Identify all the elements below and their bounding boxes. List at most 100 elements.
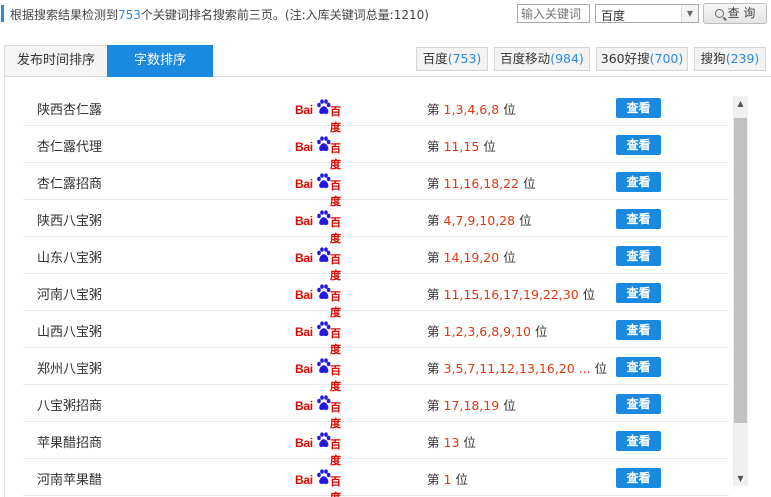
baidu-logo: Bai百度 xyxy=(295,173,351,208)
rank-text: 第 11,16,18,22 位 xyxy=(427,173,536,192)
summary-count: 753 xyxy=(118,8,141,22)
rank-suffix: 位 xyxy=(463,435,476,450)
baidu-logo: Bai百度 xyxy=(295,284,351,319)
view-button[interactable]: 查看 xyxy=(616,468,661,488)
keyword-search-input[interactable] xyxy=(517,4,590,23)
rank-positions: 1 xyxy=(443,472,452,487)
rank-positions: 17,18,19 xyxy=(443,398,500,413)
top-bar: 根据搜索结果检测到753个关键词排名搜索前三页。(注:入库关键词总量:1210)… xyxy=(0,0,771,28)
baidu-logo-left: Bai xyxy=(295,214,313,228)
rank-text: 第 3,5,7,11,12,13,16,20 ... 位 xyxy=(427,358,607,377)
rank-suffix: 位 xyxy=(483,139,496,154)
engine-tab-name: 百度移动 xyxy=(500,51,551,66)
baidu-logo: Bai百度 xyxy=(295,469,351,497)
rank-prefix: 第 xyxy=(427,361,440,376)
rank-prefix: 第 xyxy=(427,213,440,228)
rank-prefix: 第 xyxy=(427,176,440,191)
rank-suffix: 位 xyxy=(503,102,516,117)
view-button[interactable]: 查看 xyxy=(616,357,661,377)
baidu-paw-icon xyxy=(317,99,331,114)
engine-tab-count: (239) xyxy=(725,51,760,66)
rank-positions: 1,2,3,6,8,9,10 xyxy=(443,324,531,339)
query-button[interactable]: 查 询 xyxy=(703,3,767,24)
keyword-text: 山东八宝粥 xyxy=(37,251,103,266)
rank-positions: 11,15 xyxy=(443,139,480,154)
view-button[interactable]: 查看 xyxy=(616,246,661,266)
engine-tab-360[interactable]: 360好搜(700) xyxy=(596,47,688,71)
engine-tab-count: (984) xyxy=(550,51,584,66)
baidu-logo: Bai百度 xyxy=(295,136,351,171)
view-button[interactable]: 查看 xyxy=(616,283,661,303)
baidu-logo-left: Bai xyxy=(295,103,313,117)
ranking-panel: 陕西杏仁露 Bai 百度第 1,3,4,6,8 位查看 杏仁露代理 Bai 百度第 11,15 位… xyxy=(4,77,771,497)
rank-positions: 3,5,7,11,12,13,16,20 ... xyxy=(443,361,591,376)
rank-prefix: 第 xyxy=(427,250,440,265)
summary-text: 根据搜索结果检测到753个关键词排名搜索前三页。(注:入库关键词总量:1210) xyxy=(10,6,429,23)
tab-publish-time[interactable]: 发布时间排序 xyxy=(4,45,107,77)
accent-bar xyxy=(1,5,4,22)
table-row: 杏仁露招商 Bai 百度 第 11,16,18,22 位 查看 xyxy=(23,163,729,208)
table-row: 杏仁露代理 Bai 百度 第 11,15 位 查看 xyxy=(23,126,729,171)
engine-select[interactable]: 百度 ▼ xyxy=(595,4,699,23)
keyword-text: 八宝粥招商 xyxy=(37,399,103,414)
view-button[interactable]: 查看 xyxy=(616,320,661,340)
engine-tab-baidu-mobile[interactable]: 百度移动(984) xyxy=(494,47,590,71)
rank-positions: 11,16,18,22 xyxy=(443,176,520,191)
rank-prefix: 第 xyxy=(427,398,440,413)
table-row: 苹果醋招商 Bai 百度 第 13 位 查看 xyxy=(23,422,729,467)
scrollbar[interactable]: ▲ ▼ xyxy=(733,96,748,486)
baidu-logo: Bai百度 xyxy=(295,247,351,282)
view-button[interactable]: 查看 xyxy=(616,135,661,155)
baidu-logo-left: Bai xyxy=(295,362,313,376)
tab-word-count[interactable]: 字数排序 xyxy=(107,45,213,77)
baidu-logo: Bai百度 xyxy=(295,321,351,356)
scroll-down-arrow-icon[interactable]: ▼ xyxy=(733,471,748,486)
baidu-paw-icon xyxy=(317,321,331,336)
chevron-down-icon[interactable]: ▼ xyxy=(681,5,698,22)
keyword-text: 杏仁露代理 xyxy=(37,140,103,155)
view-button[interactable]: 查看 xyxy=(616,209,661,229)
rank-prefix: 第 xyxy=(427,102,440,117)
keyword-text: 河南八宝粥 xyxy=(37,288,103,303)
engine-tab-sogou[interactable]: 搜狗(239) xyxy=(694,47,766,71)
baidu-logo-left: Bai xyxy=(295,399,313,413)
rank-suffix: 位 xyxy=(503,250,516,265)
rank-text: 第 1,2,3,6,8,9,10 位 xyxy=(427,321,548,340)
baidu-logo-left: Bai xyxy=(295,473,313,487)
summary-suffix: 个关键词排名搜索前三页。(注:入库关键词总量:1210) xyxy=(140,8,429,22)
baidu-logo: Bai百度 xyxy=(295,99,351,134)
engine-tab-name: 搜狗 xyxy=(700,51,726,66)
engine-tab-count: (700) xyxy=(649,51,684,66)
baidu-logo-left: Bai xyxy=(295,177,313,191)
rank-text: 第1位 xyxy=(427,469,468,488)
rank-suffix: 位 xyxy=(503,398,516,413)
keyword-text: 陕西杏仁露 xyxy=(37,103,103,118)
baidu-logo-left: Bai xyxy=(295,251,313,265)
rank-prefix: 第 xyxy=(427,287,440,302)
rank-prefix: 第 xyxy=(427,472,440,487)
keyword-text: 杏仁露招商 xyxy=(37,177,103,192)
engine-tab-baidu[interactable]: 百度(753) xyxy=(416,47,488,71)
view-button[interactable]: 查看 xyxy=(616,172,661,192)
rank-text: 第 17,18,19 位 xyxy=(427,395,516,414)
rank-suffix: 位 xyxy=(534,324,548,339)
baidu-logo: Bai百度 xyxy=(295,432,351,467)
scroll-thumb[interactable] xyxy=(734,118,747,423)
keyword-text: 山西八宝粥 xyxy=(37,325,103,340)
baidu-logo: Bai百度 xyxy=(295,395,351,430)
engine-select-value: 百度 xyxy=(601,9,626,23)
baidu-paw-icon xyxy=(317,136,331,151)
view-button[interactable]: 查看 xyxy=(616,431,661,451)
view-button[interactable]: 查看 xyxy=(616,98,661,118)
summary-prefix: 根据搜索结果检测到 xyxy=(10,8,119,22)
rank-suffix: 位 xyxy=(519,213,532,228)
table-row: 山西八宝粥 Bai 百度 第 1,2,3,6,8,9,10 位 查看 xyxy=(23,311,729,356)
baidu-paw-icon xyxy=(317,432,331,447)
scroll-up-arrow-icon[interactable]: ▲ xyxy=(733,96,748,111)
view-button[interactable]: 查看 xyxy=(616,394,661,414)
rank-suffix: 位 xyxy=(523,176,536,191)
rank-suffix: 位 xyxy=(455,472,468,487)
rank-text: 第 13 位 xyxy=(427,432,476,451)
query-button-label: 查 询 xyxy=(727,6,756,20)
baidu-logo-left: Bai xyxy=(295,325,313,339)
